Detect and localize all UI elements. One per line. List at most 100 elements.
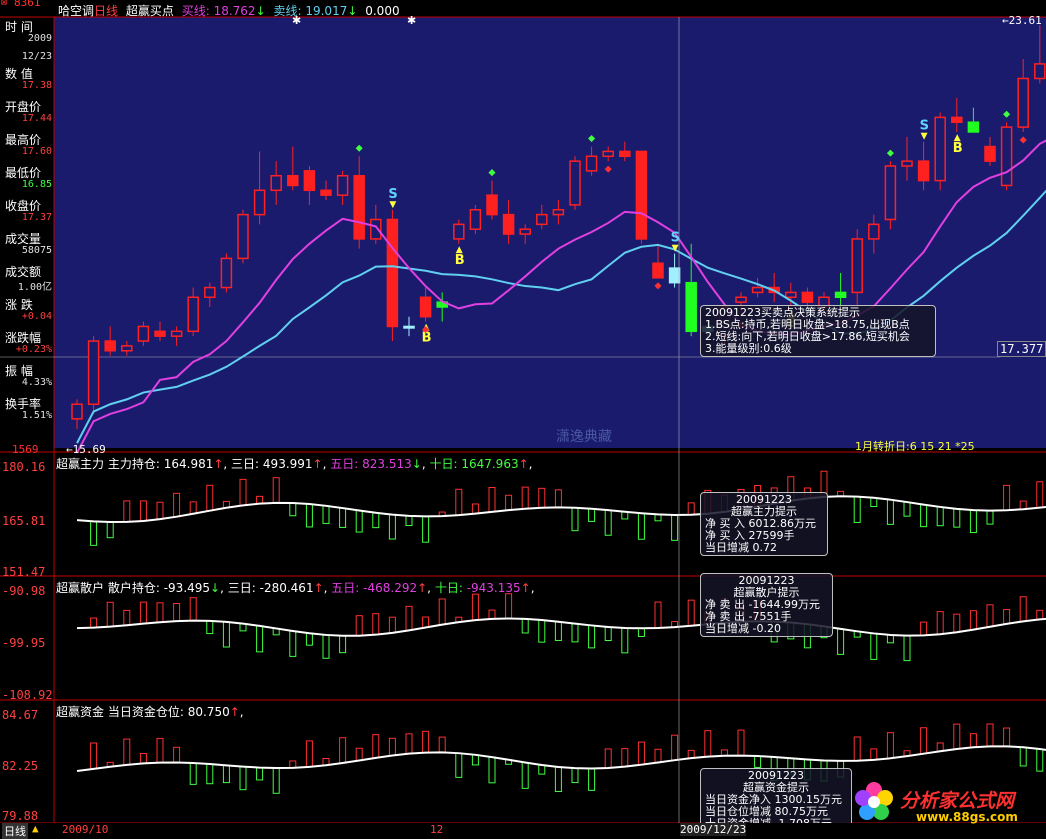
star-icon: ✱ [407, 14, 416, 27]
indicator-bar [1003, 727, 1011, 747]
candle-body [917, 160, 930, 182]
candlestick [237, 209, 249, 264]
legend-value: 164.981 [163, 457, 214, 471]
signal-label: B [422, 331, 432, 346]
indicator-bar [654, 748, 662, 763]
indicator-bar [953, 613, 961, 633]
indicator-bar [305, 632, 313, 646]
candle-body [270, 174, 282, 192]
tooltip-line: 当日增减 0.72 [705, 541, 777, 554]
price-axis-bottom: 1569 [12, 443, 39, 456]
indicator-bar [123, 738, 131, 766]
candle-body [237, 213, 249, 260]
indicator-bar [1019, 500, 1027, 510]
candle-body [901, 160, 913, 167]
candle-body [204, 286, 216, 299]
indicator-bar [106, 521, 114, 539]
candle-body [170, 330, 183, 337]
scroll-up-icon[interactable]: ▲ [32, 822, 39, 835]
candlestick [469, 204, 482, 235]
indicator-bar [339, 507, 347, 528]
indicator-bar [1036, 748, 1044, 772]
legend-value: 80.750 [187, 705, 230, 719]
candle-body [187, 296, 199, 333]
legend-arrow: ↑ [520, 581, 531, 595]
indicator-bar [920, 504, 928, 528]
legend-value: 823.513 [362, 457, 412, 471]
indicator-bar [372, 613, 380, 636]
indicator-bar [156, 737, 164, 764]
indicator-bar [986, 604, 994, 628]
candle-body [336, 174, 349, 196]
candle-body [602, 150, 614, 158]
indicator-bar [621, 627, 629, 654]
watermark: 潇逸典藏 [556, 429, 612, 445]
indicator-bar [488, 756, 496, 784]
indicator-bar [588, 767, 596, 791]
indicator-bar [173, 746, 181, 764]
candle-body [1017, 77, 1029, 128]
legend-arrow: ↑ [417, 581, 428, 595]
indicator-bar [588, 624, 596, 649]
indicator-bar [471, 593, 479, 621]
indicator-bar [870, 632, 878, 660]
indicator-bar [388, 514, 396, 540]
indicator-bar [422, 515, 430, 543]
candle-body [884, 165, 897, 221]
signal-arrow-icon: ▼ [921, 132, 928, 142]
fund-axis-top: 84.67 [2, 708, 39, 722]
indicator-bar [837, 628, 845, 655]
indicator-bar [687, 599, 695, 627]
indicator-bar [521, 762, 529, 789]
candle-body [685, 281, 697, 333]
legend-label: 三日: [231, 457, 260, 471]
indicator-bar [654, 601, 662, 629]
candle-body [253, 189, 266, 216]
candlestick [569, 156, 581, 210]
tooltip-line: 3.能量级别:0.6级 [705, 342, 792, 355]
retail-panel[interactable] [76, 592, 1046, 662]
candle-body [303, 170, 316, 192]
indicator-bar [754, 755, 762, 768]
candle-body [536, 213, 548, 226]
candle-body [469, 209, 482, 230]
candle-body [585, 155, 598, 172]
indicator-bar [936, 506, 944, 527]
candle-body [1034, 63, 1046, 80]
panel-name: 超赢资金 [56, 705, 105, 719]
retail-legend: 超赢散户 散户持仓: -93.495↓, 三日: -280.461↑, 五日: … [56, 581, 535, 595]
indicator-bar [256, 767, 264, 781]
candle-body [868, 223, 880, 240]
indicator-bar [521, 618, 529, 634]
indicator-bar [272, 767, 280, 794]
flower-logo-icon [855, 782, 893, 820]
indicator-bar [687, 502, 695, 516]
indicator-bar [372, 512, 380, 529]
indicator-bar [853, 496, 861, 523]
main-force-panel[interactable] [76, 470, 1046, 546]
signal-arrow-icon: ▼ [389, 200, 396, 210]
indicator-bar [1003, 609, 1011, 625]
candlestick [386, 209, 399, 342]
indicator-bar [1003, 484, 1011, 511]
indicator-bar [438, 736, 446, 753]
legend-label: 十日: [429, 457, 458, 471]
high-price-value: 23.61 [1008, 14, 1042, 27]
candle-body [619, 150, 631, 158]
indicator-bar [139, 500, 147, 522]
candle-body [403, 325, 415, 329]
indicator-bar [355, 509, 363, 533]
indicator-bar [488, 609, 496, 620]
indicator-bar [289, 630, 297, 657]
candle-body [419, 296, 432, 318]
high-marker-icon: ← [1002, 14, 1009, 27]
indicator-bar [853, 736, 861, 762]
fund-legend: 超赢资金 当日资金仓位: 80.750↑, [56, 705, 244, 719]
signal-arrow-icon: ▼ [672, 244, 679, 254]
candlestick [934, 112, 946, 191]
indicator-bar [455, 752, 463, 778]
site-logo[interactable]: 分析家公式网 www.88gs.com [852, 780, 1046, 826]
indicator-bar [604, 626, 612, 642]
indicator-bar [206, 620, 214, 635]
indicator-bar [355, 747, 363, 761]
